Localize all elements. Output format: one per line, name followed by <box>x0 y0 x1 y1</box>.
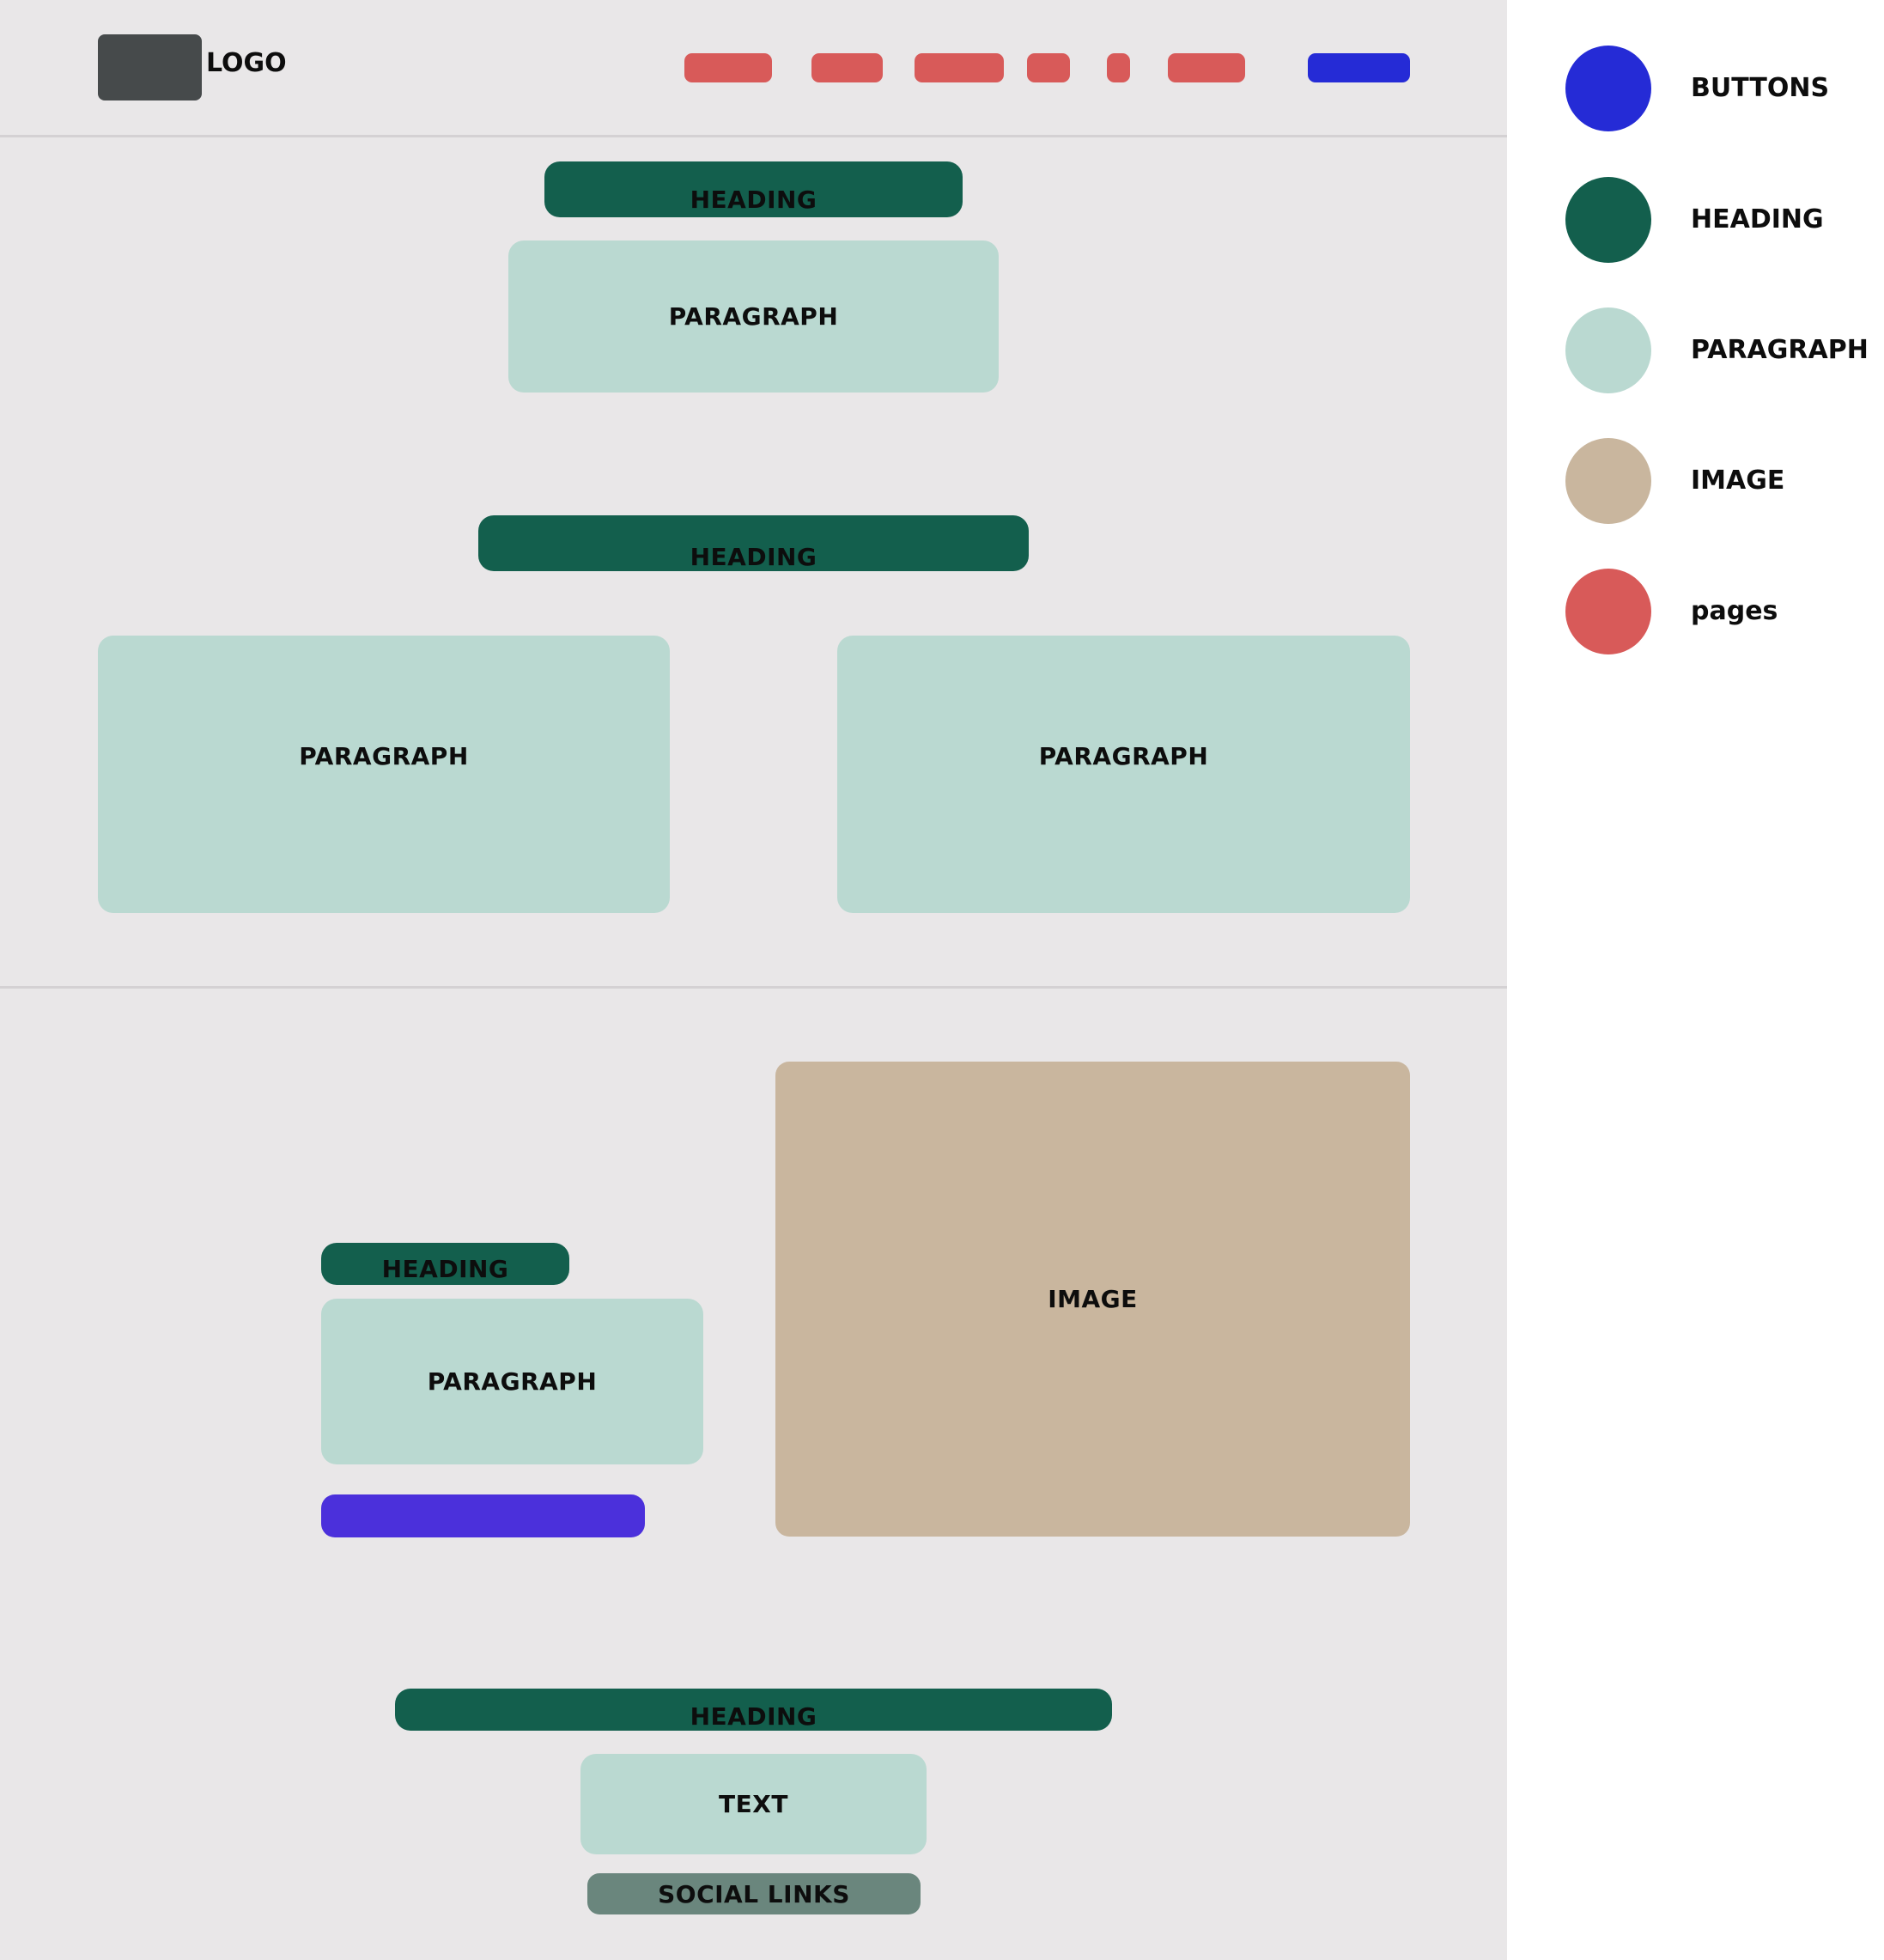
footer-text: TEXT <box>580 1754 927 1854</box>
nav-page-5[interactable] <box>1107 53 1130 82</box>
footer-heading: HEADING <box>395 1689 1112 1731</box>
section1-heading: HEADING <box>544 161 963 217</box>
section3-paragraph-text: PARAGRAPH <box>427 1367 598 1396</box>
nav-page-4[interactable] <box>1027 53 1070 82</box>
section2-paragraph-left-text: PARAGRAPH <box>299 742 469 770</box>
legend-dot-heading <box>1565 177 1651 263</box>
section-divider <box>0 986 1507 989</box>
section1-paragraph: PARAGRAPH <box>508 240 999 393</box>
section2-heading-text: HEADING <box>690 543 817 571</box>
section3-image-label: IMAGE <box>1048 1285 1138 1313</box>
section2-paragraph-right: PARAGRAPH <box>837 636 1410 913</box>
legend-dot-pages <box>1565 569 1651 654</box>
section2-paragraph-right-text: PARAGRAPH <box>1038 742 1209 770</box>
legend-label-image: IMAGE <box>1691 466 1785 496</box>
section3-heading: HEADING <box>321 1243 569 1285</box>
legend-dot-buttons <box>1565 46 1651 131</box>
header-cta-button[interactable] <box>1308 53 1410 82</box>
header-divider <box>0 135 1507 137</box>
nav-page-6[interactable] <box>1168 53 1245 82</box>
section3-heading-text: HEADING <box>381 1255 509 1283</box>
nav-page-3[interactable] <box>915 53 1004 82</box>
section2-paragraph-left: PARAGRAPH <box>98 636 670 913</box>
section3-image: IMAGE <box>775 1062 1410 1537</box>
footer-social-links[interactable]: SOCIAL LINKS <box>587 1873 921 1914</box>
section3-paragraph: PARAGRAPH <box>321 1299 703 1464</box>
legend-label-heading: HEADING <box>1691 204 1824 234</box>
section2-heading: HEADING <box>478 515 1029 571</box>
section1-paragraph-text: PARAGRAPH <box>668 302 839 331</box>
legend-label-pages: pages <box>1691 596 1778 626</box>
footer-heading-text: HEADING <box>690 1702 817 1731</box>
logo-label: LOGO <box>206 48 287 78</box>
legend-label-buttons: BUTTONS <box>1691 73 1830 103</box>
section3-cta-button[interactable] <box>321 1494 645 1537</box>
legend-dot-image <box>1565 438 1651 524</box>
legend-dot-paragraph <box>1565 307 1651 393</box>
legend-label-paragraph: PARAGRAPH <box>1691 335 1869 365</box>
footer-text-label: TEXT <box>719 1790 788 1818</box>
nav-page-1[interactable] <box>684 53 772 82</box>
nav-page-2[interactable] <box>811 53 883 82</box>
section1-heading-text: HEADING <box>690 186 817 214</box>
footer-social-links-text: SOCIAL LINKS <box>658 1879 850 1908</box>
wireframe-canvas: LOGO HEADING PARAGRAPH HEADING PARAGRAPH… <box>0 0 1507 1960</box>
logo-placeholder[interactable] <box>98 34 202 100</box>
